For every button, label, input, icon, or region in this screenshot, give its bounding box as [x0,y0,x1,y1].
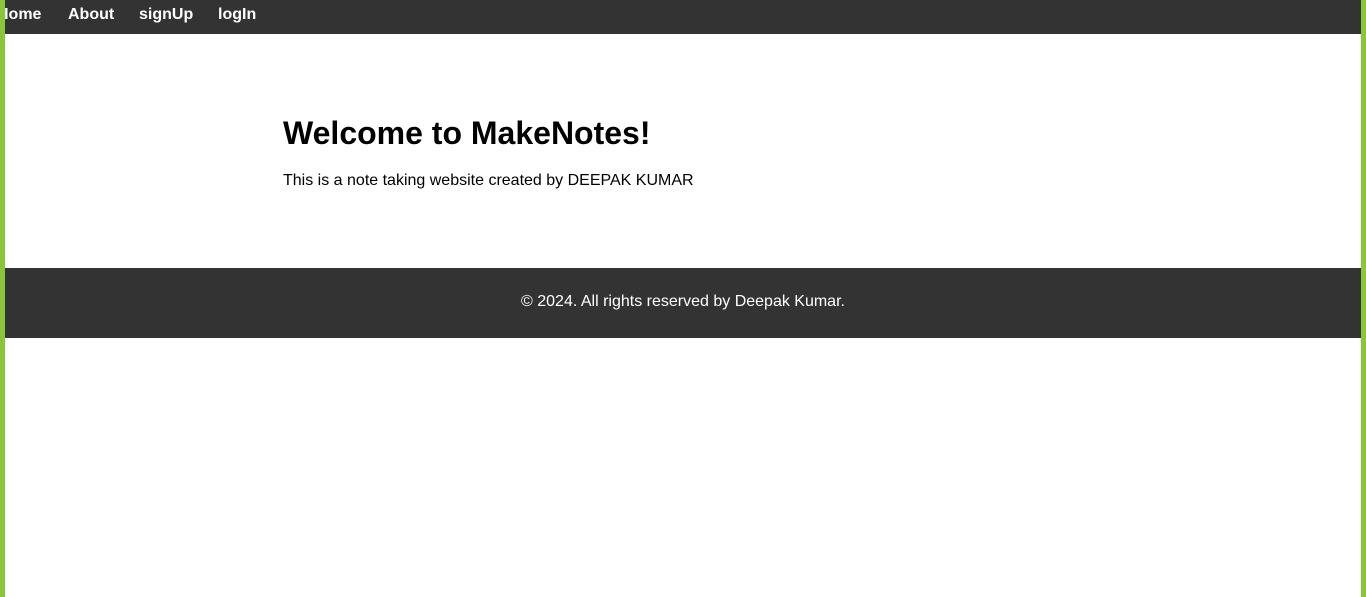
right-accent-border [1361,0,1366,597]
nav-link-home[interactable]: Home [5,0,41,34]
page-description: This is a note taking website created by… [283,172,694,189]
copyright-text: © 2024. All rights reserved by Deepak Ku… [521,293,845,310]
nav-link-about[interactable]: About [68,0,114,34]
page-title: Welcome to MakeNotes! [283,115,651,151]
main-content: Welcome to MakeNotes! This is a note tak… [283,112,694,190]
footer: © 2024. All rights reserved by Deepak Ku… [5,268,1361,338]
nav-link-signup[interactable]: signUp [139,0,193,34]
top-navbar: Home About signUp logIn [5,0,1361,34]
page: Home About signUp logIn Welcome to MakeN… [0,0,1366,597]
nav-link-login[interactable]: logIn [218,0,256,34]
